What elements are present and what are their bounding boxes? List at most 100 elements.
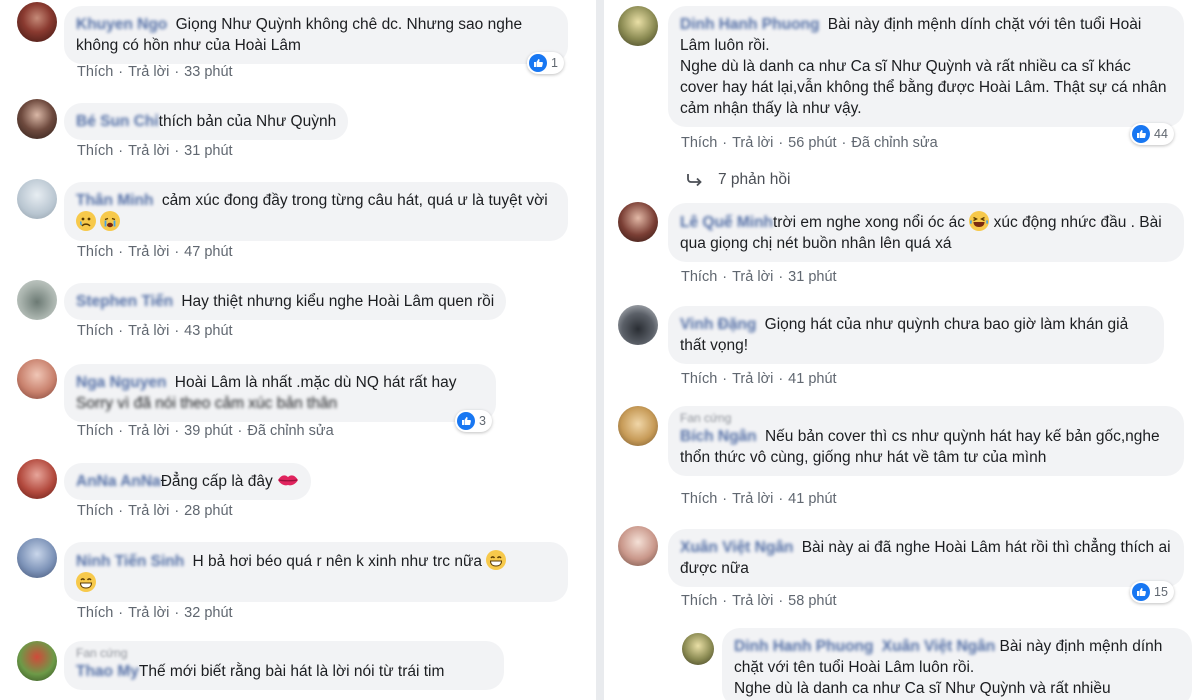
avatar[interactable]: [17, 99, 57, 139]
comment-actions: Thích · Trả lời · 43 phút: [77, 323, 233, 339]
avatar[interactable]: [17, 280, 57, 320]
like-link[interactable]: Thích: [681, 135, 717, 151]
reply-link[interactable]: Trả lời: [128, 605, 169, 621]
commenter-name[interactable]: Bé Sun Chỉ: [76, 113, 159, 130]
commenter-name[interactable]: Ninh Tiến Sinh: [76, 553, 184, 570]
comment-actions: Thích · Trả lời · 39 phút · Đã chỉnh sửa: [77, 423, 334, 439]
avatar[interactable]: [682, 633, 714, 665]
avatar[interactable]: [618, 202, 658, 242]
commenter-name[interactable]: Bích Ngân: [680, 428, 757, 445]
commenter-name[interactable]: Thân Minh: [76, 192, 154, 209]
reply-arrow-icon: [687, 174, 702, 187]
timestamp[interactable]: 31 phút: [184, 143, 232, 159]
sad-face-icon: [76, 211, 96, 231]
reply-link[interactable]: Trả lời: [732, 371, 773, 387]
commenter-name[interactable]: Xuân Việt Ngân: [680, 539, 793, 556]
reaction-count[interactable]: 44: [1130, 123, 1174, 145]
reply-link[interactable]: Trả lời: [128, 323, 169, 339]
like-link[interactable]: Thích: [77, 503, 113, 519]
reply-link[interactable]: Trả lời: [128, 503, 169, 519]
comment-actions: Thích · Trả lời · 33 phút: [77, 64, 233, 80]
timestamp[interactable]: 43 phút: [184, 323, 232, 339]
timestamp[interactable]: 33 phút: [184, 64, 232, 80]
comment-text: thích bản của Như Quỳnh: [158, 113, 337, 130]
timestamp[interactable]: 56 phút: [788, 135, 836, 151]
reply-link[interactable]: Trả lời: [732, 491, 773, 507]
commenter-name[interactable]: Vinh Đặng: [680, 316, 756, 333]
reply-bubble: Dinh Hanh Phuong Xuân Việt Ngân Bài này …: [722, 628, 1192, 700]
comment-actions: Thích · Trả lời · 41 phút: [681, 491, 837, 507]
reaction-count[interactable]: 1: [527, 52, 564, 74]
like-link[interactable]: Thích: [77, 605, 113, 621]
avatar[interactable]: [17, 2, 57, 42]
right-comment-column: Dinh Hanh Phuong Bài này định mệnh dính …: [604, 0, 1200, 700]
like-icon: [457, 412, 475, 430]
timestamp[interactable]: 41 phút: [788, 491, 836, 507]
avatar[interactable]: [618, 406, 658, 446]
comment-bubble: Stephen Tiến Hay thiệt nhưng kiểu nghe H…: [64, 283, 507, 320]
like-link[interactable]: Thích: [681, 491, 717, 507]
like-link[interactable]: Thích: [681, 371, 717, 387]
timestamp[interactable]: 39 phút: [184, 423, 232, 439]
reaction-count[interactable]: 15: [1130, 581, 1174, 603]
edited-label[interactable]: Đã chỉnh sửa: [851, 135, 937, 151]
comment-actions: Thích · Trả lời · 31 phút: [77, 143, 233, 159]
edited-label[interactable]: Đã chỉnh sửa: [247, 423, 333, 439]
crying-face-icon: [100, 211, 121, 231]
comment-bubble: Vinh Đặng Giọng hát của như quỳnh chưa b…: [668, 306, 1164, 364]
like-link[interactable]: Thích: [77, 244, 113, 260]
reply-link[interactable]: Trả lời: [128, 423, 169, 439]
commenter-name[interactable]: Dinh Hanh Phuong: [734, 638, 873, 655]
avatar[interactable]: [17, 179, 57, 219]
reply-link[interactable]: Trả lời: [732, 593, 773, 609]
commenter-name[interactable]: Dinh Hanh Phuong: [680, 16, 819, 33]
timestamp[interactable]: 31 phút: [788, 269, 836, 285]
like-link[interactable]: Thích: [681, 593, 717, 609]
fan-badge: Fan cứng: [680, 411, 732, 425]
commenter-name[interactable]: Thao My: [76, 663, 139, 680]
comment-actions: Thích · Trả lời · 28 phút: [77, 503, 233, 519]
timestamp[interactable]: 47 phút: [184, 244, 232, 260]
timestamp[interactable]: 32 phút: [184, 605, 232, 621]
like-link[interactable]: Thích: [77, 64, 113, 80]
like-link[interactable]: Thích: [77, 323, 113, 339]
comment-bubble: Dinh Hanh Phuong Bài này định mệnh dính …: [668, 6, 1184, 127]
comment-actions: Thích · Trả lời · 56 phút · Đã chỉnh sửa: [681, 135, 938, 151]
comment-bubble: Ninh Tiến Sinh H bả hơi béo quá r nên k …: [64, 542, 568, 602]
avatar[interactable]: [17, 459, 57, 499]
like-link[interactable]: Thích: [77, 143, 113, 159]
commenter-name[interactable]: AnNa AnNa: [76, 473, 161, 490]
comment-text: Hay thiệt nhưng kiểu nghe Hoài Lâm quen …: [181, 293, 495, 310]
commenter-name[interactable]: Khuyen Ngo: [76, 16, 167, 33]
reply-link[interactable]: Trả lời: [732, 269, 773, 285]
comment-text: Thế mới biết rằng bài hát là lời nói từ …: [138, 663, 445, 680]
avatar[interactable]: [17, 538, 57, 578]
like-icon: [1132, 583, 1150, 601]
avatar[interactable]: [618, 526, 658, 566]
tagged-user[interactable]: Xuân Việt Ngân: [882, 638, 995, 655]
comment-bubble: Lê Quế Minhtrời em nghe xong nổi óc ác x…: [668, 203, 1184, 262]
like-link[interactable]: Thích: [681, 269, 717, 285]
commenter-name[interactable]: Stephen Tiến: [76, 293, 173, 310]
like-link[interactable]: Thích: [77, 423, 113, 439]
commenter-name[interactable]: Lê Quế Minh: [680, 214, 773, 231]
commenter-name[interactable]: Nga Nguyen: [76, 374, 166, 391]
comment-actions: Thích · Trả lời · 41 phút: [681, 371, 837, 387]
avatar[interactable]: [618, 305, 658, 345]
timestamp[interactable]: 58 phút: [788, 593, 836, 609]
fan-badge: Fan cứng: [76, 646, 128, 660]
reply-link[interactable]: Trả lời: [128, 64, 169, 80]
view-replies-link[interactable]: 7 phản hồi: [686, 171, 790, 189]
avatar[interactable]: [618, 6, 658, 46]
reaction-count[interactable]: 3: [455, 410, 492, 432]
comment-text-line2: Sorry vì đã nói theo cảm xúc bản thân: [76, 395, 338, 412]
avatar[interactable]: [17, 359, 57, 399]
timestamp[interactable]: 41 phút: [788, 371, 836, 387]
avatar[interactable]: [17, 641, 57, 681]
timestamp[interactable]: 28 phút: [184, 503, 232, 519]
reply-link[interactable]: Trả lời: [732, 135, 773, 151]
comment-text-line2: Nghe dù là danh ca như Ca sĩ Như Quỳnh v…: [734, 680, 1111, 697]
reply-link[interactable]: Trả lời: [128, 244, 169, 260]
comment-text-line2: Nghe dù là danh ca như Ca sĩ Như Quỳnh v…: [680, 58, 1167, 117]
reply-link[interactable]: Trả lời: [128, 143, 169, 159]
